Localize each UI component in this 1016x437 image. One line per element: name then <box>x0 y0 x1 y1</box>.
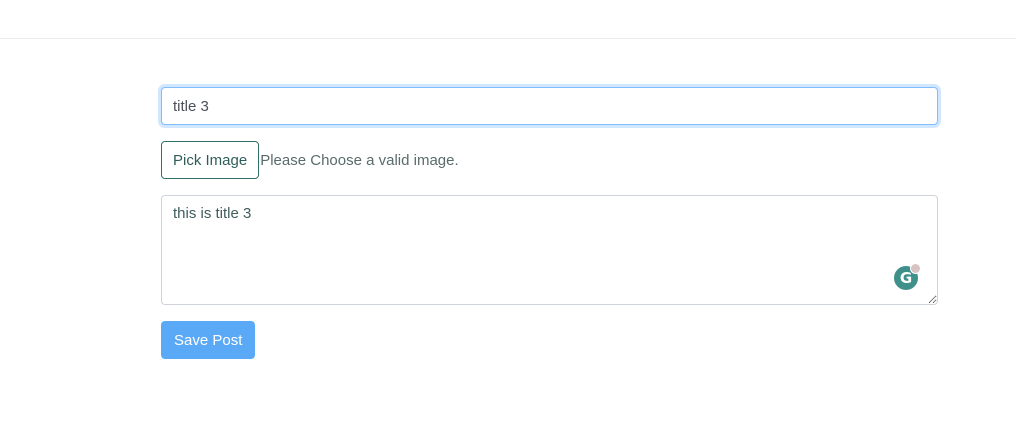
grammarly-icon[interactable]: G <box>894 263 921 290</box>
description-textarea[interactable]: this is title 3 <box>161 195 938 305</box>
title-input[interactable] <box>161 87 938 125</box>
grammarly-status-dot <box>910 263 921 274</box>
top-navbar <box>0 0 1016 39</box>
post-form: Pick Image Please Choose a valid image. … <box>161 87 938 359</box>
pick-image-button[interactable]: Pick Image <box>161 141 260 179</box>
save-post-button[interactable]: Save Post <box>161 321 256 359</box>
description-wrapper: this is title 3 G <box>161 195 938 305</box>
image-picker-row: Pick Image Please Choose a valid image. <box>161 141 938 179</box>
image-hint-text: Please Choose a valid image. <box>260 151 459 169</box>
